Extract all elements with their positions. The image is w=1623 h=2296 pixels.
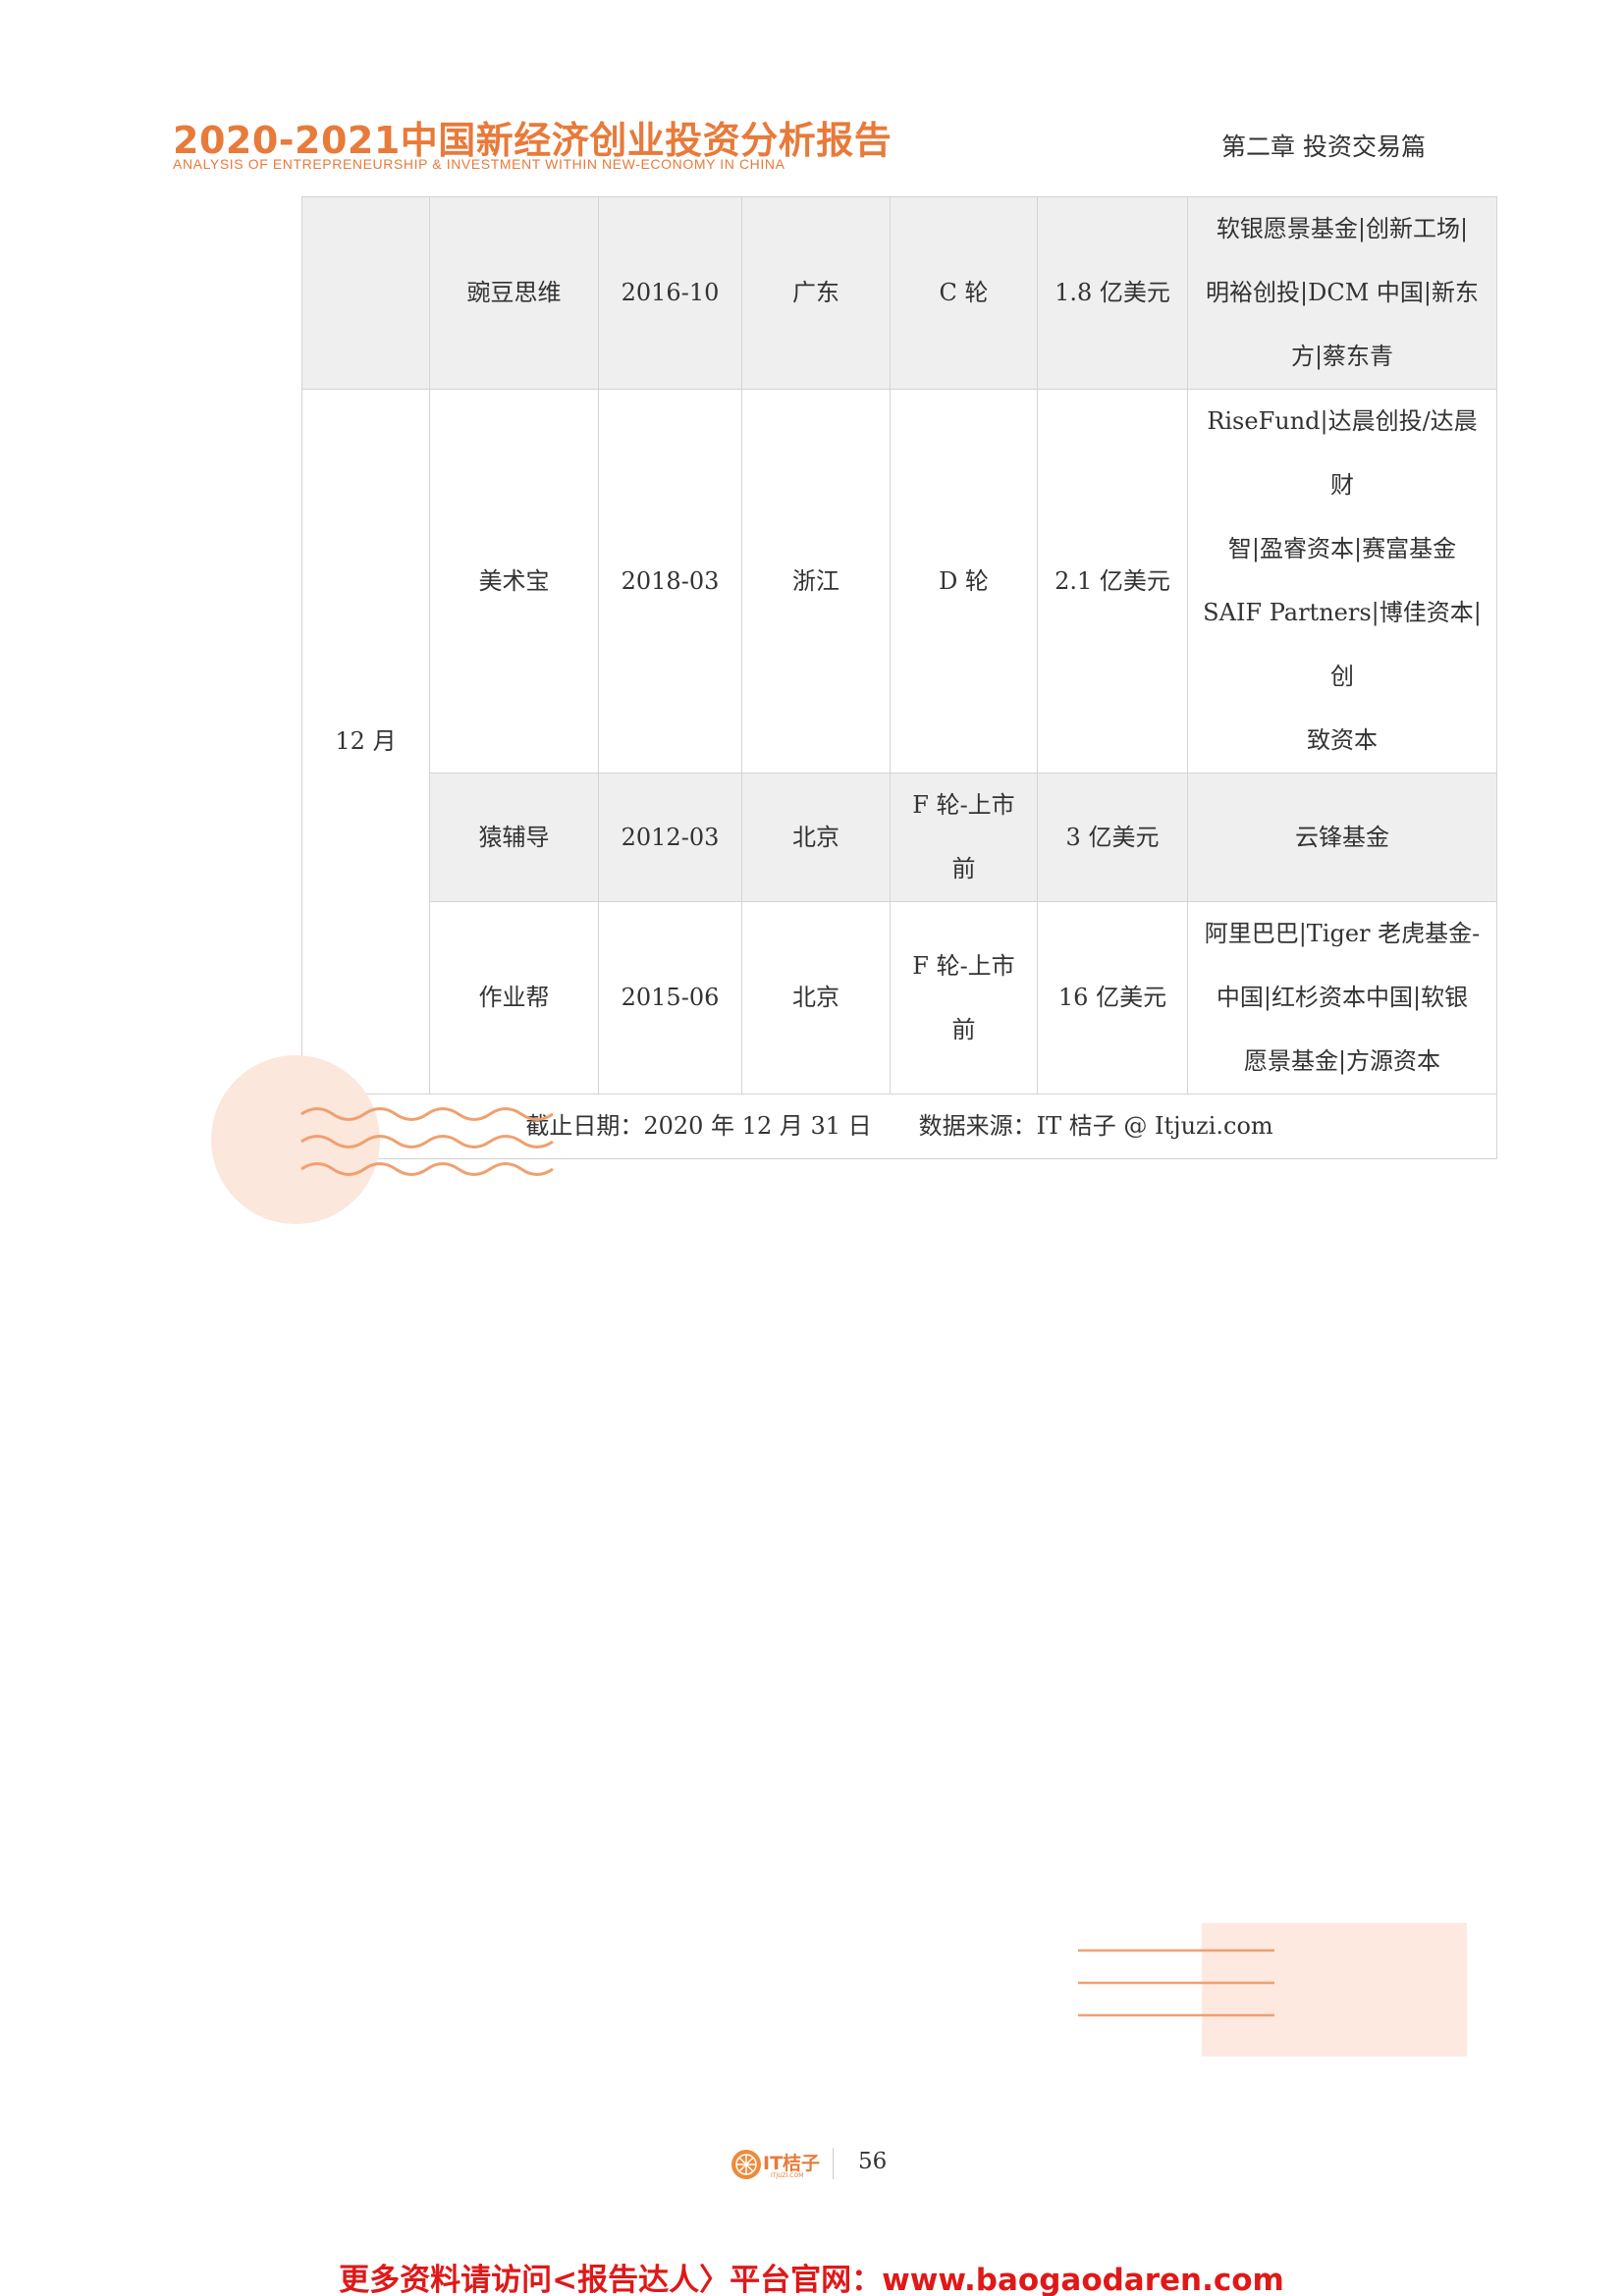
round-cell: D 轮 (890, 389, 1038, 774)
date-cell: 2015-06 (598, 901, 742, 1095)
investors-line: RiseFund|达晨创投/达晨财 (1207, 407, 1478, 499)
decorative-waves (300, 1107, 554, 1176)
footer-divider (833, 2148, 834, 2179)
company-cell: 作业帮 (429, 901, 599, 1095)
investors-line: 中国|红杉资本中国|软银 (1216, 984, 1469, 1011)
investors-cell: 云锋基金 (1187, 773, 1497, 902)
date-cell: 2012-03 (598, 773, 742, 902)
data-source: 数据来源：IT 桔子 @ Itjuzi.com (918, 1112, 1273, 1140)
logo-text: IT桔子 (763, 2153, 821, 2174)
region-cell: 北京 (741, 773, 891, 902)
investors-line: SAIF Partners|博佳资本|创 (1203, 599, 1482, 690)
page-number: 56 (858, 2149, 888, 2174)
orange-logo-icon (731, 2150, 761, 2179)
investors-line: 软银愿景基金|创新工场| (1216, 215, 1469, 242)
promo-banner-link[interactable]: 更多资料请访问<报告达人〉平台官网：www.baogaodaren.com (0, 2255, 1623, 2296)
investors-cell: 软银愿景基金|创新工场| 明裕创投|DCM 中国|新东 方|蔡东青 (1187, 196, 1497, 390)
investment-table: 豌豆思维 2016-10 广东 C 轮 1.8 亿美元 软银愿景基金|创新工场|… (301, 196, 1497, 1159)
amount-cell: 16 亿美元 (1037, 901, 1188, 1095)
date-cell: 2016-10 (598, 196, 742, 390)
report-subtitle: ANALYSIS OF ENTREPRENEURSHIP & INVESTMEN… (173, 156, 785, 172)
company-cell: 美术宝 (429, 389, 599, 774)
investors-line: 智|盈睿资本|赛富基金 (1227, 535, 1457, 562)
investors-line: 云锋基金 (1295, 823, 1389, 851)
round-cell: C 轮 (890, 196, 1038, 390)
investors-line: 致资本 (1307, 726, 1378, 754)
table-row: 豌豆思维 2016-10 广东 C 轮 1.8 亿美元 软银愿景基金|创新工场|… (301, 196, 1497, 390)
round-line: 前 (951, 1015, 976, 1043)
chapter-label: 第二章 投资交易篇 (1221, 133, 1426, 161)
round-line: D 轮 (939, 566, 989, 595)
investors-line: 方|蔡东青 (1290, 343, 1394, 370)
amount-cell: 3 亿美元 (1037, 773, 1188, 902)
company-cell: 猿辅导 (429, 773, 599, 902)
region-cell: 浙江 (741, 389, 891, 774)
investors-line: 明裕创投|DCM 中国|新东 (1206, 279, 1479, 306)
amount-cell: 1.8 亿美元 (1037, 196, 1188, 390)
date-cell: 2018-03 (598, 389, 742, 774)
decorative-lines (1078, 1949, 1274, 2017)
investors-cell: RiseFund|达晨创投/达晨财 智|盈睿资本|赛富基金 SAIF Partn… (1187, 389, 1497, 774)
company-cell: 豌豆思维 (429, 196, 599, 390)
amount-cell: 2.1 亿美元 (1037, 389, 1188, 774)
round-line: 前 (951, 855, 976, 882)
table-row: 猿辅导 2012-03 北京 F 轮-上市 前 3 亿美元 云锋基金 (302, 773, 1497, 902)
table-row: 作业帮 2015-06 北京 F 轮-上市 前 16 亿美元 阿里巴巴|Tige… (302, 901, 1497, 1095)
logo-subtext: ITJUZI.COM (771, 2172, 804, 2179)
round-line: F 轮-上市 (912, 791, 1015, 819)
region-cell: 广东 (741, 196, 891, 390)
investors-line: 愿景基金|方源资本 (1243, 1047, 1441, 1075)
investors-line: 阿里巴巴|Tiger 老虎基金- (1204, 920, 1481, 947)
table-row: 12 月 美术宝 2018-03 浙江 D 轮 2.1 亿美元 RiseFund… (301, 389, 1497, 1095)
round-cell: F 轮-上市 前 (890, 901, 1038, 1095)
month-cell-empty (301, 196, 430, 390)
month-cell: 12 月 (301, 389, 430, 1095)
cutoff-date: 截止日期：2020 年 12 月 31 日 (525, 1112, 872, 1140)
investors-cell: 阿里巴巴|Tiger 老虎基金- 中国|红杉资本中国|软银 愿景基金|方源资本 (1187, 901, 1497, 1095)
region-cell: 北京 (741, 901, 891, 1095)
round-line: F 轮-上市 (912, 951, 1015, 980)
round-cell: F 轮-上市 前 (890, 773, 1038, 902)
